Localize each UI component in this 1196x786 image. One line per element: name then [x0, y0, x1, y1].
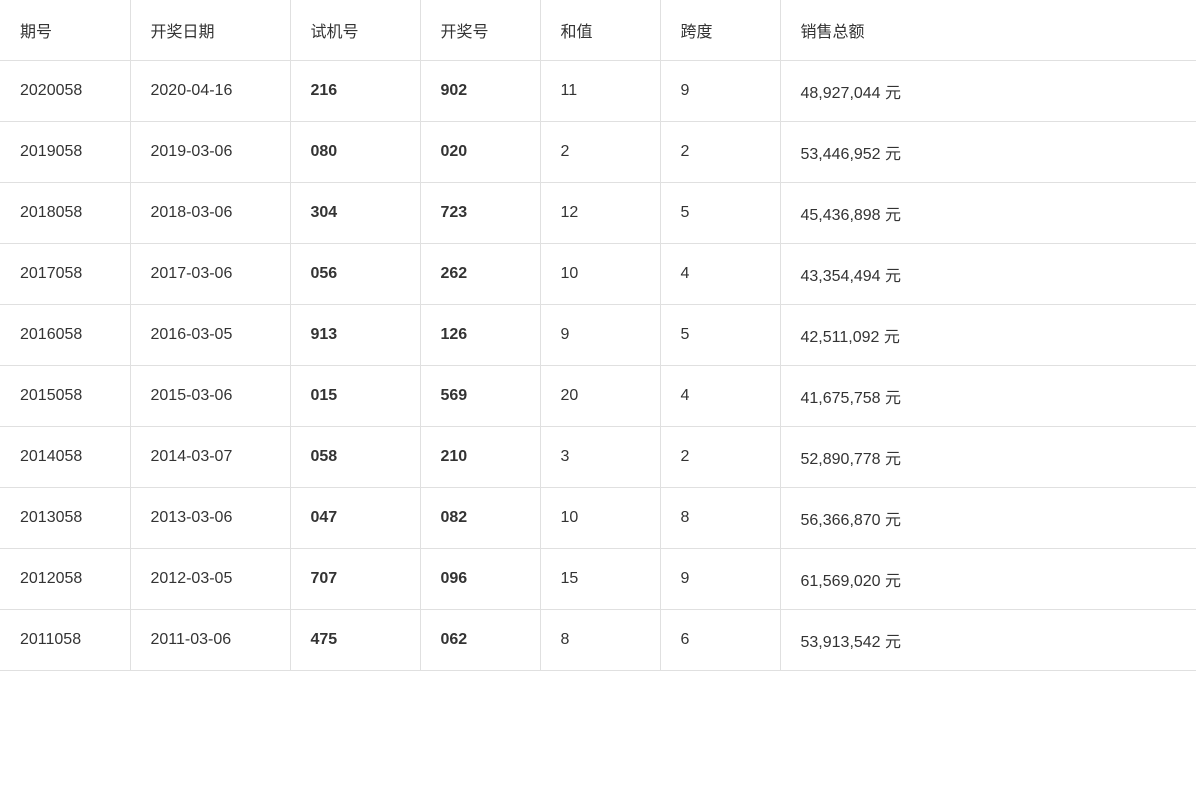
cell-kuadu: 4	[660, 366, 780, 427]
cell-shiji: 047	[290, 488, 420, 549]
cell-hezhi: 9	[540, 305, 660, 366]
cell-date: 2013-03-06	[130, 488, 290, 549]
cell-qihao: 2013058	[0, 488, 130, 549]
header-date: 开奖日期	[130, 0, 290, 61]
cell-hezhi: 15	[540, 549, 660, 610]
cell-qihao: 2015058	[0, 366, 130, 427]
cell-xiaoshou: 45,436,898 元	[780, 183, 1196, 244]
cell-date: 2016-03-05	[130, 305, 290, 366]
cell-date: 2011-03-06	[130, 610, 290, 671]
cell-shiji: 058	[290, 427, 420, 488]
cell-kaijang: 210	[420, 427, 540, 488]
cell-xiaoshou: 43,354,494 元	[780, 244, 1196, 305]
cell-kuadu: 8	[660, 488, 780, 549]
cell-kaijang: 902	[420, 61, 540, 122]
cell-kaijang: 126	[420, 305, 540, 366]
table-row: 20120582012-03-0570709615961,569,020 元	[0, 549, 1196, 610]
cell-shiji: 913	[290, 305, 420, 366]
cell-kuadu: 5	[660, 183, 780, 244]
cell-kuadu: 2	[660, 427, 780, 488]
cell-date: 2018-03-06	[130, 183, 290, 244]
table-row: 20150582015-03-0601556920441,675,758 元	[0, 366, 1196, 427]
table-row: 20110582011-03-064750628653,913,542 元	[0, 610, 1196, 671]
table-body: 20200582020-04-1621690211948,927,044 元20…	[0, 61, 1196, 671]
cell-shiji: 015	[290, 366, 420, 427]
cell-hezhi: 10	[540, 488, 660, 549]
cell-qihao: 2011058	[0, 610, 130, 671]
table-row: 20170582017-03-0605626210443,354,494 元	[0, 244, 1196, 305]
table-row: 20190582019-03-060800202253,446,952 元	[0, 122, 1196, 183]
cell-kuadu: 6	[660, 610, 780, 671]
cell-kaijang: 723	[420, 183, 540, 244]
cell-date: 2015-03-06	[130, 366, 290, 427]
cell-xiaoshou: 48,927,044 元	[780, 61, 1196, 122]
cell-qihao: 2019058	[0, 122, 130, 183]
cell-xiaoshou: 42,511,092 元	[780, 305, 1196, 366]
cell-qihao: 2016058	[0, 305, 130, 366]
cell-hezhi: 10	[540, 244, 660, 305]
cell-xiaoshou: 53,446,952 元	[780, 122, 1196, 183]
table-header-row: 期号 开奖日期 试机号 开奖号 和值 跨度 销售总额	[0, 0, 1196, 61]
cell-hezhi: 8	[540, 610, 660, 671]
cell-kuadu: 4	[660, 244, 780, 305]
cell-shiji: 080	[290, 122, 420, 183]
cell-hezhi: 2	[540, 122, 660, 183]
header-hezhi: 和值	[540, 0, 660, 61]
cell-xiaoshou: 56,366,870 元	[780, 488, 1196, 549]
cell-qihao: 2020058	[0, 61, 130, 122]
table-row: 20160582016-03-059131269542,511,092 元	[0, 305, 1196, 366]
table-row: 20130582013-03-0604708210856,366,870 元	[0, 488, 1196, 549]
cell-date: 2020-04-16	[130, 61, 290, 122]
cell-kaijang: 262	[420, 244, 540, 305]
header-xiaoshou: 销售总额	[780, 0, 1196, 61]
cell-xiaoshou: 53,913,542 元	[780, 610, 1196, 671]
lottery-table: 期号 开奖日期 试机号 开奖号 和值 跨度 销售总额 20200582020-0…	[0, 0, 1196, 671]
cell-hezhi: 12	[540, 183, 660, 244]
cell-xiaoshou: 52,890,778 元	[780, 427, 1196, 488]
cell-shiji: 216	[290, 61, 420, 122]
cell-qihao: 2012058	[0, 549, 130, 610]
cell-kuadu: 5	[660, 305, 780, 366]
header-kuadu: 跨度	[660, 0, 780, 61]
table-row: 20180582018-03-0630472312545,436,898 元	[0, 183, 1196, 244]
cell-shiji: 056	[290, 244, 420, 305]
table-row: 20200582020-04-1621690211948,927,044 元	[0, 61, 1196, 122]
cell-shiji: 707	[290, 549, 420, 610]
cell-kaijang: 569	[420, 366, 540, 427]
cell-qihao: 2014058	[0, 427, 130, 488]
cell-kaijang: 082	[420, 488, 540, 549]
cell-xiaoshou: 41,675,758 元	[780, 366, 1196, 427]
main-container: 期号 开奖日期 试机号 开奖号 和值 跨度 销售总额 20200582020-0…	[0, 0, 1196, 786]
cell-xiaoshou: 61,569,020 元	[780, 549, 1196, 610]
cell-date: 2019-03-06	[130, 122, 290, 183]
cell-kaijang: 096	[420, 549, 540, 610]
cell-kuadu: 9	[660, 549, 780, 610]
cell-shiji: 475	[290, 610, 420, 671]
cell-date: 2014-03-07	[130, 427, 290, 488]
header-qihao: 期号	[0, 0, 130, 61]
cell-date: 2012-03-05	[130, 549, 290, 610]
cell-qihao: 2017058	[0, 244, 130, 305]
cell-hezhi: 3	[540, 427, 660, 488]
cell-kaijang: 020	[420, 122, 540, 183]
cell-kaijang: 062	[420, 610, 540, 671]
cell-qihao: 2018058	[0, 183, 130, 244]
cell-shiji: 304	[290, 183, 420, 244]
table-row: 20140582014-03-070582103252,890,778 元	[0, 427, 1196, 488]
cell-hezhi: 11	[540, 61, 660, 122]
cell-kuadu: 2	[660, 122, 780, 183]
cell-kuadu: 9	[660, 61, 780, 122]
cell-date: 2017-03-06	[130, 244, 290, 305]
cell-hezhi: 20	[540, 366, 660, 427]
header-kaijang: 开奖号	[420, 0, 540, 61]
header-shiji: 试机号	[290, 0, 420, 61]
